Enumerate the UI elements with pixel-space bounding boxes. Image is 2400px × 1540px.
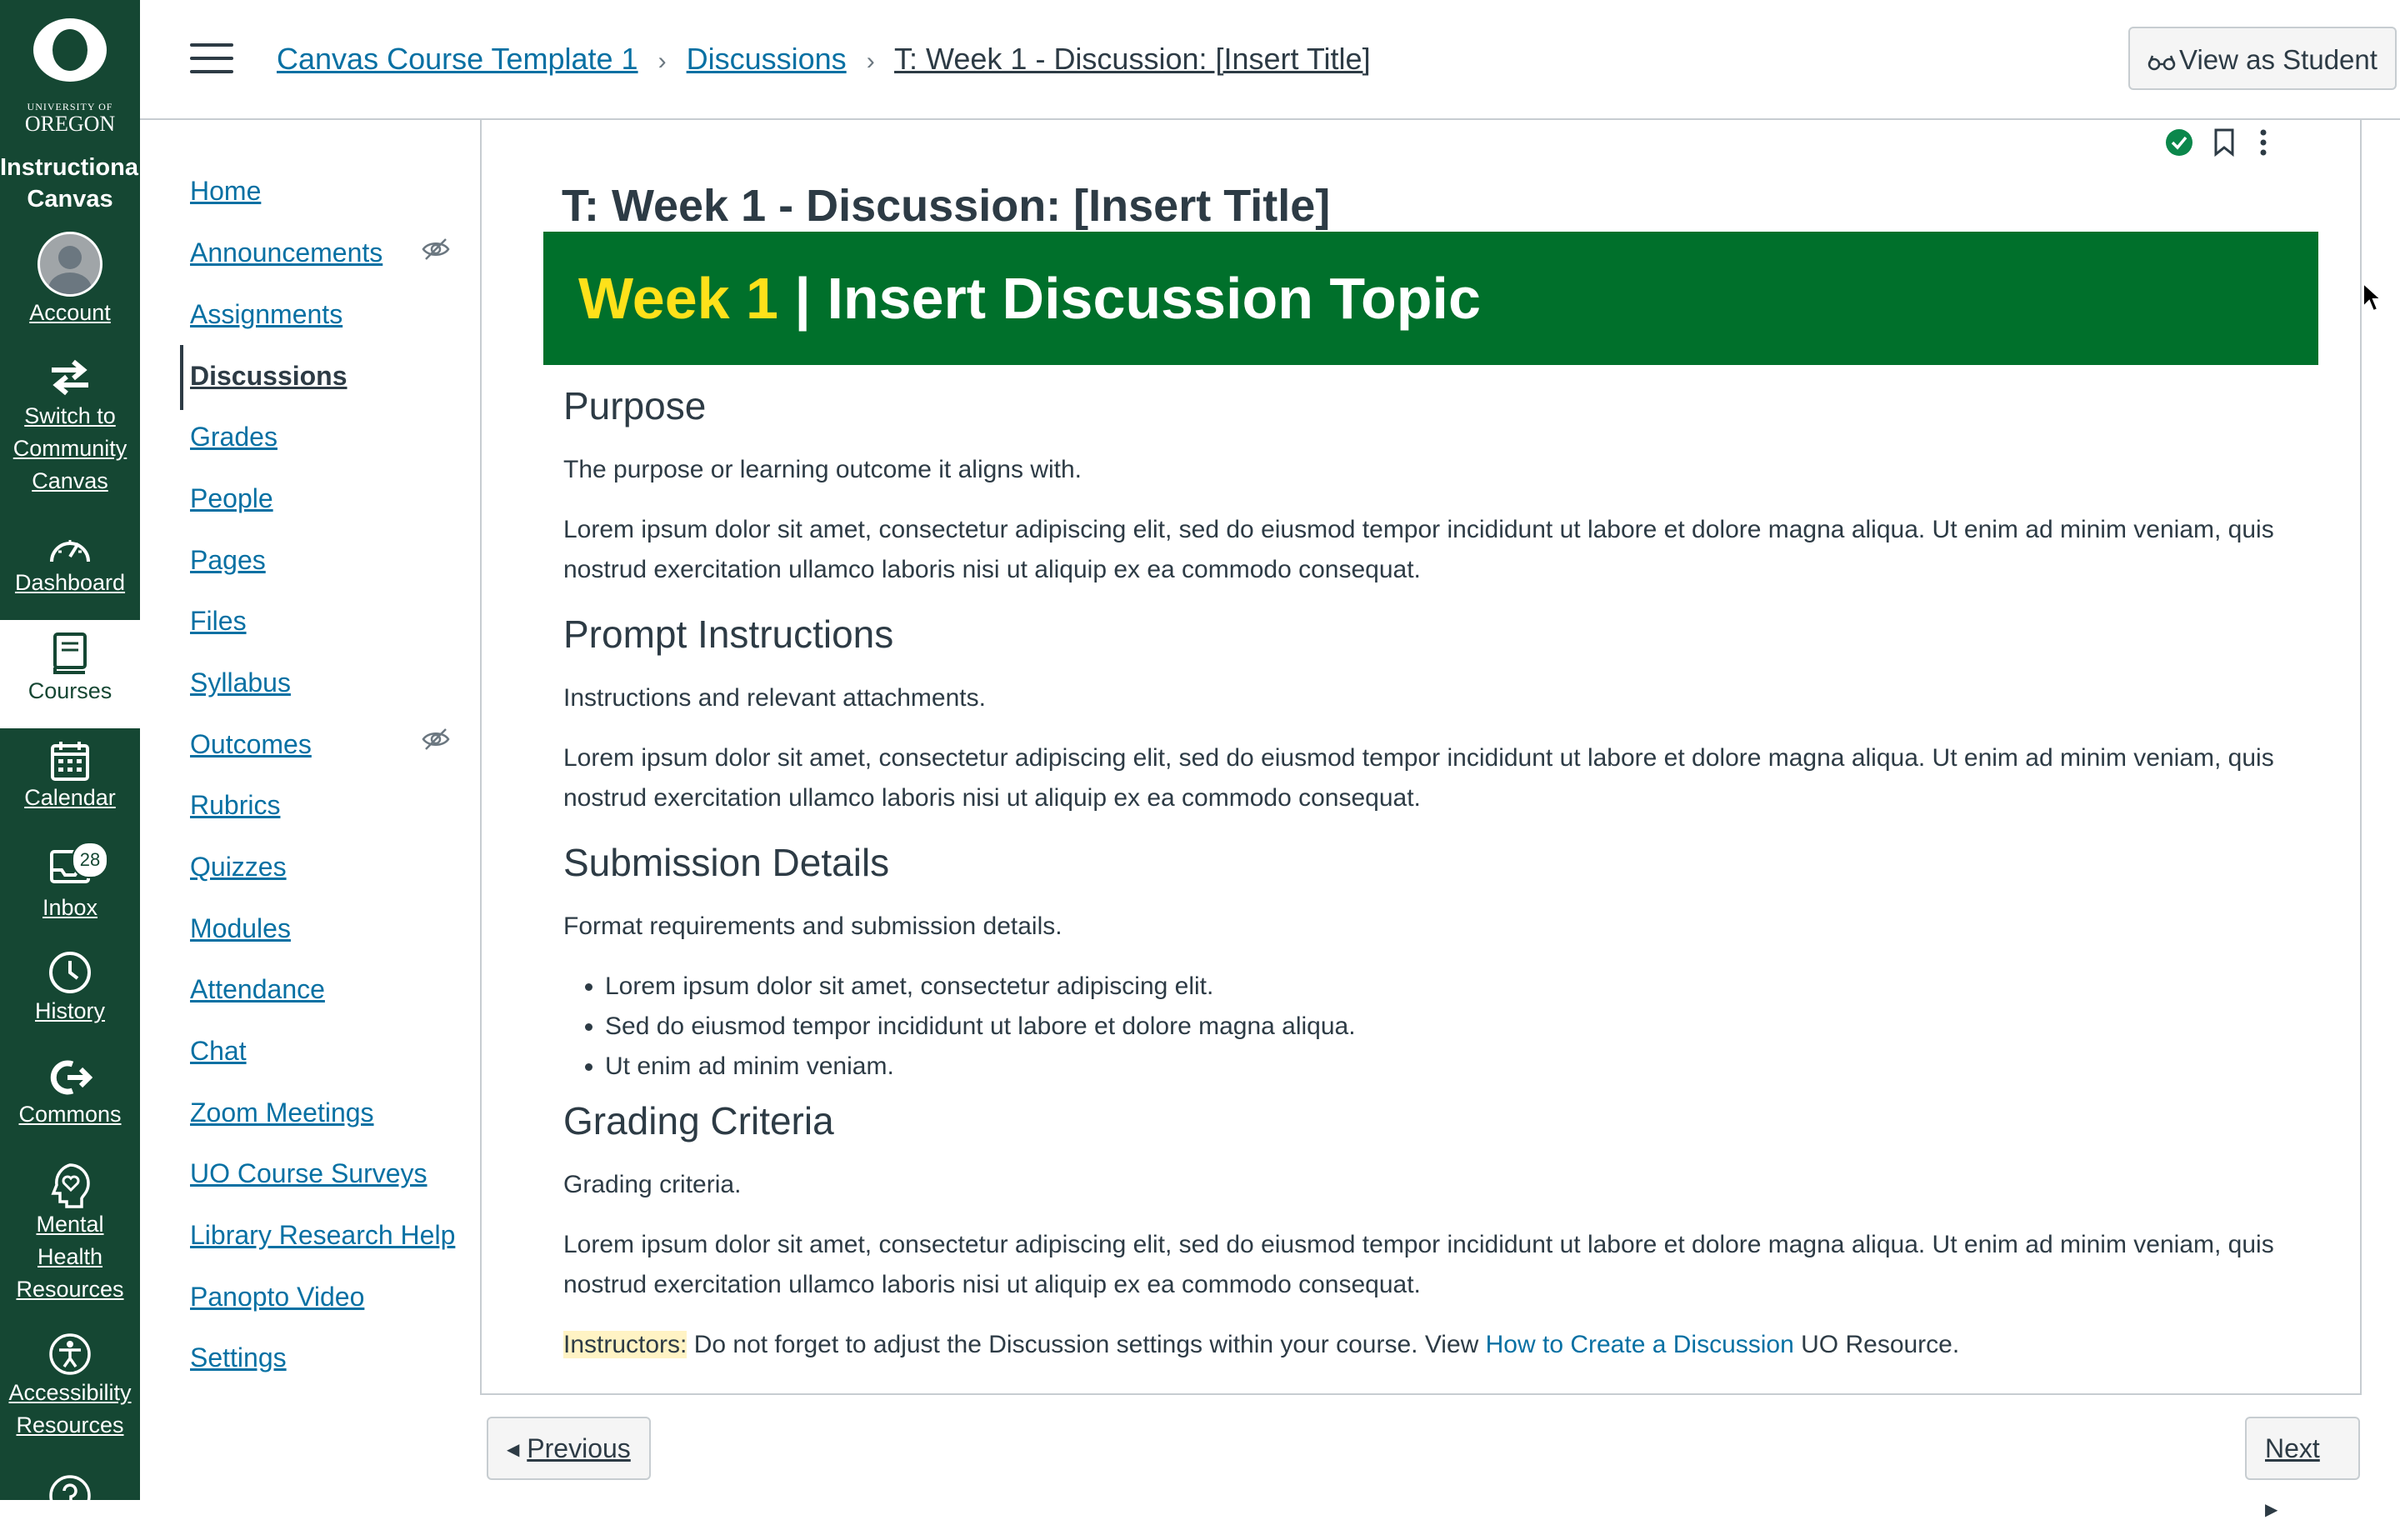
university-logo[interactable]: UNIVERSITY OF OREGON <box>0 0 140 136</box>
accessibility-icon <box>49 1333 91 1375</box>
next-button[interactable]: Next ▶ <box>2245 1417 2360 1519</box>
nav-help[interactable] <box>0 1473 140 1500</box>
course-nav-rubrics[interactable]: Rubrics <box>190 788 280 822</box>
oregon-o-logo-icon <box>33 18 107 82</box>
course-nav-zoom-meetings[interactable]: Zoom Meetings <box>190 1095 374 1130</box>
list-item: Ut enim ad minim veniam. <box>605 1047 2305 1087</box>
nav-inbox[interactable]: 28 Inbox <box>0 838 140 924</box>
nav-history[interactable]: History <box>0 950 140 1028</box>
chevron-right-icon: › <box>658 48 667 75</box>
list-item: Lorem ipsum dolor sit amet, consectetur … <box>605 967 2305 1007</box>
breadcrumb-course[interactable]: Canvas Course Template 1 <box>277 42 638 76</box>
purpose-text: The purpose or learning outcome it align… <box>563 456 1082 483</box>
grading-lorem: Lorem ipsum dolor sit amet, consectetur … <box>563 1231 2274 1298</box>
nav-mental-health[interactable]: Mental Health Resources <box>0 1162 140 1306</box>
submission-list: Lorem ipsum dolor sit amet, consectetur … <box>563 967 2305 1087</box>
section-heading-grading: Grading Criteria <box>563 1099 834 1142</box>
nav-dashboard[interactable]: Dashboard <box>0 530 140 599</box>
user-avatar-icon <box>38 232 102 297</box>
page-header: Canvas Course Template 1 › Discussions ›… <box>140 0 2400 120</box>
prompt-lorem: Lorem ipsum dolor sit amet, consectetur … <box>563 744 2274 812</box>
commons-icon <box>50 1060 92 1095</box>
grading-text: Grading criteria. <box>563 1171 742 1198</box>
breadcrumb-current[interactable]: T: Week 1 - Discussion: [Insert Title] <box>894 42 1371 76</box>
brand-title: Instructional Canvas <box>0 154 140 212</box>
course-nav-attendance[interactable]: Attendance <box>190 972 325 1007</box>
course-nav-assignments[interactable]: Assignments <box>190 297 342 332</box>
caret-left-icon: ◀ <box>507 1441 520 1459</box>
previous-button[interactable]: ◀ Previous <box>487 1417 651 1480</box>
breadcrumb: Canvas Course Template 1 › Discussions ›… <box>277 38 1371 82</box>
bookmark-icon[interactable] <box>2213 128 2235 157</box>
section-heading-submission: Submission Details <box>563 841 890 884</box>
how-to-create-discussion-link[interactable]: How to Create a Discussion <box>1486 1331 1794 1358</box>
active-indicator <box>180 345 183 410</box>
caret-right-icon: ▶ <box>2265 1501 2278 1519</box>
course-nav-chat[interactable]: Chat <box>190 1033 247 1068</box>
instructor-note: Instructors: Do not forget to adjust the… <box>563 1331 1960 1358</box>
section-heading-purpose: Purpose <box>563 384 707 428</box>
prompt-text: Instructions and relevant attachments. <box>563 684 986 712</box>
section-heading-prompt: Prompt Instructions <box>563 612 894 656</box>
chevron-right-icon: › <box>866 48 875 75</box>
inbox-unread-badge: 28 <box>72 842 108 878</box>
nav-commons[interactable]: Commons <box>0 1057 140 1131</box>
course-nav-quizzes[interactable]: Quizzes <box>190 849 287 884</box>
submission-text: Format requirements and submission detai… <box>563 912 1062 940</box>
kebab-menu-icon[interactable] <box>2258 128 2268 157</box>
purpose-lorem: Lorem ipsum dolor sit amet, consectetur … <box>563 516 2274 583</box>
course-nav-settings[interactable]: Settings <box>190 1340 287 1375</box>
course-nav-files[interactable]: Files <box>190 603 247 638</box>
course-nav-people[interactable]: People <box>190 481 273 516</box>
nav-courses[interactable]: Courses <box>0 620 140 728</box>
view-as-student-button[interactable]: View as Student <box>2128 27 2397 90</box>
clock-icon <box>49 952 91 993</box>
course-nav-grades[interactable]: Grades <box>190 419 278 454</box>
help-icon <box>49 1475 91 1500</box>
discussion-body: Purpose The purpose or learning outcome … <box>563 382 2305 1365</box>
nav-switch-community[interactable]: Switch to Community Canvas <box>0 358 140 498</box>
nav-accessibility[interactable]: Accessibility Resources <box>0 1332 140 1442</box>
note-label: Instructors: <box>563 1331 688 1358</box>
discussion-content: T: Week 1 - Discussion: [Insert Title] W… <box>482 118 2360 1393</box>
eye-hidden-icon <box>422 238 450 260</box>
nav-calendar[interactable]: Calendar <box>0 740 140 814</box>
logo-small-text: UNIVERSITY OF <box>27 101 113 112</box>
mouse-cursor-icon <box>2362 282 2383 312</box>
nav-account[interactable]: Account <box>0 232 140 329</box>
global-navigation: UNIVERSITY OF OREGON Instructional Canva… <box>0 0 140 1500</box>
discussion-banner: Week 1 | Insert Discussion Topic <box>543 232 2318 365</box>
course-nav-uo-course-surveys[interactable]: UO Course Surveys <box>190 1156 428 1191</box>
published-check-icon[interactable] <box>2165 128 2193 157</box>
banner-topic: | Insert Discussion Topic <box>778 266 1481 331</box>
list-item: Sed do eiusmod tempor incididunt ut labo… <box>605 1007 2305 1047</box>
courses-book-icon <box>53 632 87 674</box>
glasses-icon <box>2148 55 2176 71</box>
course-nav-modules[interactable]: Modules <box>190 911 291 946</box>
calendar-icon <box>51 742 89 781</box>
course-nav-home[interactable]: Home <box>190 173 261 208</box>
dashboard-gauge-icon <box>50 540 90 562</box>
banner-week: Week 1 <box>578 266 778 331</box>
course-nav-syllabus[interactable]: Syllabus <box>190 665 291 700</box>
course-nav-announcements[interactable]: Announcements <box>190 235 382 270</box>
hamburger-menu-icon[interactable] <box>190 43 233 77</box>
course-nav-discussions[interactable]: Discussions <box>190 358 348 393</box>
switch-arrows-icon <box>52 359 88 396</box>
eye-hidden-icon <box>422 728 450 750</box>
logo-big-text: OREGON <box>24 112 116 136</box>
course-nav-panopto-video[interactable]: Panopto Video <box>190 1279 364 1314</box>
module-sequence-footer: ◀ Previous Next ▶ <box>482 1393 2360 1519</box>
course-nav-pages[interactable]: Pages <box>190 542 266 578</box>
course-nav-library-research-help[interactable]: Library Research Help <box>190 1218 455 1252</box>
course-nav-outcomes[interactable]: Outcomes <box>190 727 312 762</box>
breadcrumb-discussions[interactable]: Discussions <box>687 42 847 76</box>
heart-head-icon <box>51 1163 90 1208</box>
